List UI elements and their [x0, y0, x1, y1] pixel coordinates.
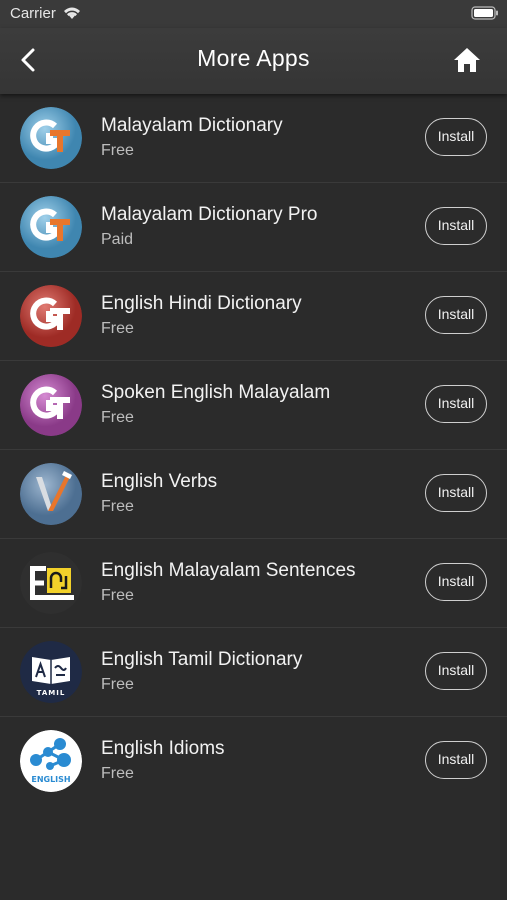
- app-price: Free: [101, 409, 134, 426]
- app-price: Free: [101, 142, 134, 159]
- app-name: English Malayalam Sentences: [101, 560, 356, 581]
- home-icon[interactable]: [452, 46, 482, 74]
- app-price: Free: [101, 320, 134, 337]
- install-button[interactable]: Install: [425, 385, 487, 423]
- app-price: Free: [101, 765, 134, 782]
- app-name: Malayalam Dictionary: [101, 115, 283, 136]
- app-list: Malayalam Dictionary Free Install Malaya…: [0, 94, 507, 805]
- app-price: Free: [101, 498, 134, 515]
- install-button[interactable]: Install: [425, 741, 487, 779]
- tamil-icon-label: TAMIL: [37, 689, 66, 697]
- app-row[interactable]: TAMIL English Tamil Dictionary Free Inst…: [0, 628, 507, 717]
- carrier-label: Carrier: [10, 5, 56, 22]
- app-row[interactable]: English Verbs Free Install: [0, 450, 507, 539]
- navigation-bar: More Apps: [0, 28, 507, 94]
- app-price: Paid: [101, 231, 134, 248]
- app-row[interactable]: Malayalam Dictionary Free Install: [0, 94, 507, 183]
- wifi-icon: [64, 7, 80, 19]
- page-title: More Apps: [197, 45, 310, 71]
- app-row[interactable]: English Hindi Dictionary Free Install: [0, 272, 507, 361]
- app-row[interactable]: English Malayalam Sentences Free Install: [0, 539, 507, 628]
- app-row[interactable]: Spoken English Malayalam Free Install: [0, 361, 507, 450]
- app-name: English Hindi Dictionary: [101, 293, 302, 314]
- app-name: English Tamil Dictionary: [101, 649, 303, 670]
- sentences-logo-icon: [20, 552, 82, 614]
- install-button[interactable]: Install: [425, 652, 487, 690]
- app-name: English Verbs: [101, 471, 218, 492]
- idioms-logo-icon: ENGLISH: [20, 730, 82, 792]
- gt-logo-icon: [20, 196, 82, 258]
- app-row[interactable]: Malayalam Dictionary Pro Paid Install: [0, 183, 507, 272]
- idioms-icon-label: ENGLISH: [31, 775, 70, 784]
- battery-icon: [471, 6, 498, 20]
- gt-logo-icon: [20, 285, 82, 347]
- install-button[interactable]: Install: [425, 563, 487, 601]
- install-button[interactable]: Install: [425, 207, 487, 245]
- verbs-logo-icon: [20, 463, 82, 525]
- install-button[interactable]: Install: [425, 118, 487, 156]
- gt-logo-icon: [20, 107, 82, 169]
- app-price: Free: [101, 676, 134, 693]
- app-row[interactable]: ENGLISH English Idioms Free Install: [0, 717, 507, 805]
- install-button[interactable]: Install: [425, 474, 487, 512]
- gt-logo-icon: [20, 374, 82, 436]
- tamil-dictionary-logo-icon: TAMIL: [20, 641, 82, 703]
- app-name: Spoken English Malayalam: [101, 382, 331, 403]
- app-name: Malayalam Dictionary Pro: [101, 204, 318, 225]
- install-button[interactable]: Install: [425, 296, 487, 334]
- app-name: English Idioms: [101, 738, 225, 759]
- status-bar: Carrier: [0, 0, 507, 28]
- app-price: Free: [101, 587, 134, 604]
